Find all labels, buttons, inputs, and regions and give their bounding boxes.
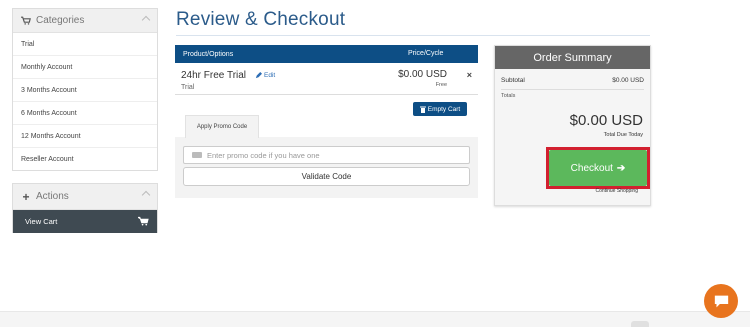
cart-icon — [136, 216, 149, 226]
continue-shopping-link[interactable]: Continue Shopping — [595, 188, 638, 194]
view-cart-label: View Cart — [25, 217, 58, 226]
subtotal-row: Subtotal $0.00 USD — [501, 77, 644, 84]
subtotal-value: $0.00 USD — [612, 77, 644, 84]
sidebar-item-reseller[interactable]: Reseller Account — [13, 148, 157, 171]
pencil-icon — [255, 72, 262, 79]
sidebar-item-12-months[interactable]: 12 Months Account — [13, 125, 157, 148]
chevron-up-icon[interactable] — [141, 15, 151, 25]
footer-tab[interactable] — [631, 321, 649, 327]
promo-code-input[interactable]: Enter promo code if you have one — [183, 146, 470, 164]
chat-icon — [714, 295, 728, 307]
item-cycle: Free — [435, 82, 447, 88]
plus-icon: + — [22, 189, 30, 204]
validate-code-button[interactable]: Validate Code — [183, 167, 470, 186]
sidebar-item-6-months[interactable]: 6 Months Account — [13, 102, 157, 125]
checkout-page: Categories Trial Monthly Account 3 Month… — [0, 0, 750, 327]
cart-item-row: 24hr Free Trial Edit Trial $0.00 USD Fre… — [175, 63, 478, 95]
checkout-label: Checkout — [570, 162, 613, 174]
chevron-up-icon[interactable] — [141, 190, 151, 200]
col-price: Price/Cycle — [408, 50, 444, 57]
actions-panel: + Actions View Cart — [12, 183, 158, 233]
title-divider — [176, 35, 650, 36]
total-due-label: Total Due Today — [603, 132, 643, 138]
item-price: $0.00 USD — [398, 69, 447, 80]
sidebar-item-3-months[interactable]: 3 Months Account — [13, 79, 157, 102]
checkout-button[interactable]: Checkout ➔ — [549, 150, 647, 186]
view-cart-link[interactable]: View Cart — [13, 210, 157, 233]
sidebar-item-monthly[interactable]: Monthly Account — [13, 56, 157, 79]
trash-icon — [419, 106, 426, 113]
page-title: Review & Checkout — [176, 9, 346, 30]
empty-cart-button[interactable]: Empty Cart — [413, 102, 467, 116]
tab-apply-promo[interactable]: Apply Promo Code — [185, 115, 259, 138]
arrow-right-icon: ➔ — [616, 162, 626, 174]
summary-divider — [501, 89, 644, 90]
categories-header[interactable]: Categories — [13, 9, 157, 33]
cart-icon — [21, 16, 31, 26]
chat-button[interactable] — [704, 284, 738, 318]
summary-title: Order Summary — [495, 46, 650, 69]
categories-panel: Categories Trial Monthly Account 3 Month… — [12, 8, 158, 171]
ticket-icon — [192, 152, 202, 158]
remove-item-button[interactable]: × — [467, 70, 472, 80]
total-amount: $0.00 USD — [569, 112, 643, 129]
edit-link[interactable]: Edit — [255, 72, 275, 79]
empty-cart-label: Empty Cart — [427, 105, 461, 113]
col-product: Product/Options — [183, 50, 234, 58]
edit-label: Edit — [264, 72, 276, 79]
promo-placeholder: Enter promo code if you have one — [207, 150, 320, 160]
actions-header[interactable]: + Actions — [13, 184, 157, 210]
actions-title: Actions — [36, 191, 69, 202]
item-name: 24hr Free Trial — [181, 70, 247, 81]
item-subtitle: Trial — [181, 84, 195, 91]
subtotal-label: Subtotal — [501, 77, 525, 84]
totals-label: Totals — [501, 93, 516, 99]
sidebar-item-trial[interactable]: Trial — [13, 33, 157, 56]
cart-table: Product/Options Price/Cycle 24hr Free Tr… — [175, 45, 478, 116]
order-summary: Order Summary Subtotal $0.00 USD Totals … — [494, 45, 651, 206]
categories-title: Categories — [36, 15, 85, 26]
table-header: Product/Options Price/Cycle — [175, 45, 478, 63]
